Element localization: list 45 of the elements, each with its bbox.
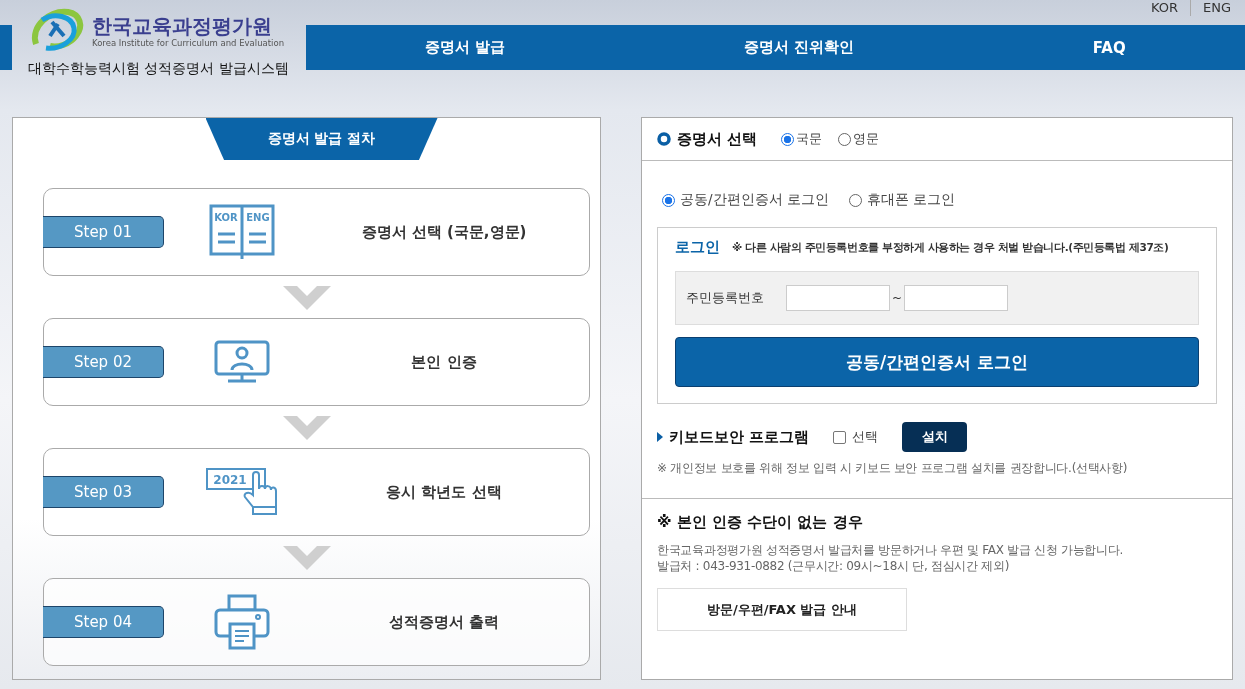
install-button[interactable]: 설치: [902, 422, 968, 452]
login-method-radio[interactable]: 휴대폰 로그인: [848, 191, 956, 209]
field-label: 주민등록번호: [686, 289, 765, 307]
step-title: 성적증명서 출력: [387, 612, 501, 632]
system-title: 대학수학능력시험 성적증명서 발급시스템: [28, 60, 290, 78]
organization-name: 한국교육과정평가원: [92, 14, 273, 38]
certificate-login-button[interactable]: 공동/간편인증서 로그인: [675, 337, 1199, 387]
caret-right-icon: [657, 432, 663, 442]
step-badge: Step 04: [43, 606, 164, 638]
language-radio[interactable]: 국문: [781, 130, 823, 148]
step-title: 증명서 선택 (국문,영문): [360, 222, 528, 242]
id-number-back-field[interactable]: [904, 285, 1009, 311]
info-text: 한국교육과정평가원 성적증명서 발급처를 방문하거나 우편 및 FAX 발급 신청 가능합니다.: [657, 542, 1124, 558]
step-badge: Step 03: [43, 476, 164, 508]
guide-button[interactable]: 방문/우편/FAX 발급 안내: [657, 588, 907, 631]
chevron-down-icon: [282, 546, 331, 572]
section-title: ※ 본인 인증 수단이 없는 경우: [657, 513, 864, 532]
nav-link[interactable]: 증명서 진위확인: [744, 38, 855, 57]
nav-link[interactable]: FAQ: [1092, 38, 1126, 57]
section-title: 증명서 선택: [677, 129, 758, 149]
nav-bar-edge: [0, 25, 12, 70]
printer-icon: [213, 594, 270, 650]
info-text: 발급처 : 043-931-0882 (근무시간: 09시~18시 단, 점심시간 제외): [657, 558, 1011, 574]
login-method-radio[interactable]: 공동/간편인증서 로그인: [662, 191, 829, 209]
id-number-front-field[interactable]: [786, 285, 890, 311]
chevron-down-icon: [282, 416, 331, 442]
bullet-ring-icon: [657, 132, 671, 146]
chevron-down-icon: [282, 286, 331, 312]
keyboard-note: ※ 개인정보 보호를 위해 정보 입력 시 키보드 보안 프로그램 설치를 권장합니다.(선택사항): [657, 460, 1129, 477]
language-radio[interactable]: 영문: [838, 130, 880, 148]
language-link[interactable]: ENG: [1190, 0, 1231, 16]
step-badge: Step 01: [43, 216, 164, 248]
step-badge: Step 02: [43, 346, 164, 378]
keyboard-security-title: 키보드보안 프로그램: [669, 427, 810, 447]
monitor-user-icon: [213, 340, 270, 384]
nav-link[interactable]: 증명서 발급: [425, 38, 506, 57]
language-link[interactable]: KOR: [1138, 0, 1190, 16]
separator: ~: [892, 291, 903, 305]
step-title: 본인 인증: [410, 352, 478, 372]
procedure-title: 증명서 발급 절차: [205, 118, 438, 160]
organization-english-name: Korea Institute for Curriculum and Evaluation: [92, 38, 285, 48]
warning-notice: ※ 다른 사람의 주민등록번호를 부정하게 사용하는 경우 처벌 받습니다.(주민등록법 제37조): [732, 240, 1169, 255]
select-checkbox[interactable]: 선택: [833, 428, 879, 446]
step-title: 응시 학년도 선택: [385, 482, 503, 502]
login-title: 로그인: [675, 238, 720, 257]
